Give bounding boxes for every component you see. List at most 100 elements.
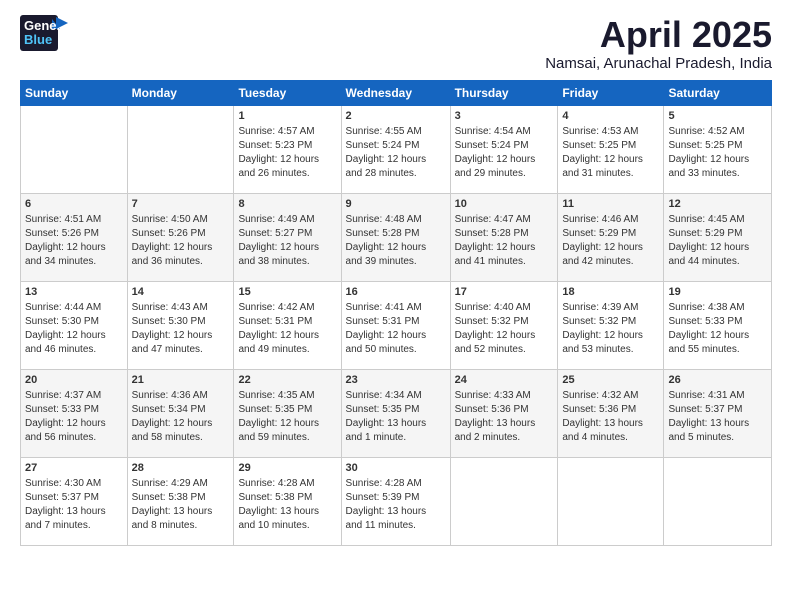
calendar-cell (127, 105, 234, 193)
cell-text: Daylight: 12 hours and 34 minutes. (25, 241, 123, 269)
title-section: April 2025 Namsai, Arunachal Pradesh, In… (545, 15, 772, 72)
cell-text: Sunset: 5:34 PM (132, 403, 230, 417)
cell-text: Sunrise: 4:31 AM (668, 389, 767, 403)
col-tuesday: Tuesday (234, 80, 341, 105)
cell-text: Daylight: 12 hours and 47 minutes. (132, 329, 230, 357)
calendar-cell: 12Sunrise: 4:45 AMSunset: 5:29 PMDayligh… (664, 193, 772, 281)
calendar-row: 20Sunrise: 4:37 AMSunset: 5:33 PMDayligh… (21, 369, 772, 457)
cell-text: Sunrise: 4:45 AM (668, 213, 767, 227)
cell-text: Sunrise: 4:52 AM (668, 125, 767, 139)
day-number: 24 (455, 373, 554, 388)
cell-text: Daylight: 12 hours and 39 minutes. (346, 241, 446, 269)
cell-text: Daylight: 12 hours and 44 minutes. (668, 241, 767, 269)
cell-text: Sunset: 5:30 PM (25, 315, 123, 329)
cell-text: Daylight: 12 hours and 41 minutes. (455, 241, 554, 269)
calendar-body: 1Sunrise: 4:57 AMSunset: 5:23 PMDaylight… (21, 105, 772, 545)
calendar-cell: 15Sunrise: 4:42 AMSunset: 5:31 PMDayligh… (234, 281, 341, 369)
cell-text: Daylight: 12 hours and 52 minutes. (455, 329, 554, 357)
calendar-table: Sunday Monday Tuesday Wednesday Thursday… (20, 80, 772, 546)
cell-text: Daylight: 12 hours and 56 minutes. (25, 417, 123, 445)
location-title: Namsai, Arunachal Pradesh, India (545, 55, 772, 72)
cell-text: Daylight: 12 hours and 38 minutes. (238, 241, 336, 269)
cell-text: Daylight: 13 hours and 1 minute. (346, 417, 446, 445)
calendar-cell: 25Sunrise: 4:32 AMSunset: 5:36 PMDayligh… (558, 369, 664, 457)
cell-text: Sunrise: 4:35 AM (238, 389, 336, 403)
cell-text: Sunrise: 4:53 AM (562, 125, 659, 139)
cell-text: Sunrise: 4:46 AM (562, 213, 659, 227)
cell-text: Sunset: 5:36 PM (562, 403, 659, 417)
calendar-cell: 11Sunrise: 4:46 AMSunset: 5:29 PMDayligh… (558, 193, 664, 281)
day-number: 3 (455, 109, 554, 124)
day-number: 6 (25, 197, 123, 212)
cell-text: Sunset: 5:38 PM (132, 491, 230, 505)
header-row: Sunday Monday Tuesday Wednesday Thursday… (21, 80, 772, 105)
cell-text: Daylight: 13 hours and 7 minutes. (25, 505, 123, 533)
day-number: 11 (562, 197, 659, 212)
calendar-cell: 27Sunrise: 4:30 AMSunset: 5:37 PMDayligh… (21, 457, 128, 545)
cell-text: Sunset: 5:33 PM (668, 315, 767, 329)
calendar-cell: 2Sunrise: 4:55 AMSunset: 5:24 PMDaylight… (341, 105, 450, 193)
cell-text: Daylight: 12 hours and 50 minutes. (346, 329, 446, 357)
calendar-cell: 10Sunrise: 4:47 AMSunset: 5:28 PMDayligh… (450, 193, 558, 281)
cell-text: Sunset: 5:29 PM (668, 227, 767, 241)
cell-text: Sunrise: 4:49 AM (238, 213, 336, 227)
calendar-cell: 24Sunrise: 4:33 AMSunset: 5:36 PMDayligh… (450, 369, 558, 457)
cell-text: Sunset: 5:27 PM (238, 227, 336, 241)
col-monday: Monday (127, 80, 234, 105)
cell-text: Sunset: 5:25 PM (668, 139, 767, 153)
day-number: 10 (455, 197, 554, 212)
cell-text: Sunset: 5:35 PM (346, 403, 446, 417)
calendar-cell: 9Sunrise: 4:48 AMSunset: 5:28 PMDaylight… (341, 193, 450, 281)
logo: General Blue (20, 15, 62, 56)
col-thursday: Thursday (450, 80, 558, 105)
cell-text: Sunrise: 4:42 AM (238, 301, 336, 315)
cell-text: Sunrise: 4:51 AM (25, 213, 123, 227)
calendar-cell: 14Sunrise: 4:43 AMSunset: 5:30 PMDayligh… (127, 281, 234, 369)
calendar-cell: 3Sunrise: 4:54 AMSunset: 5:24 PMDaylight… (450, 105, 558, 193)
cell-text: Daylight: 12 hours and 28 minutes. (346, 153, 446, 181)
cell-text: Sunrise: 4:48 AM (346, 213, 446, 227)
cell-text: Daylight: 12 hours and 33 minutes. (668, 153, 767, 181)
col-sunday: Sunday (21, 80, 128, 105)
cell-text: Daylight: 13 hours and 11 minutes. (346, 505, 446, 533)
calendar-cell: 28Sunrise: 4:29 AMSunset: 5:38 PMDayligh… (127, 457, 234, 545)
calendar-cell: 6Sunrise: 4:51 AMSunset: 5:26 PMDaylight… (21, 193, 128, 281)
day-number: 28 (132, 461, 230, 476)
cell-text: Sunrise: 4:44 AM (25, 301, 123, 315)
calendar-cell (450, 457, 558, 545)
logo-flag-icon (56, 17, 68, 29)
cell-text: Sunset: 5:33 PM (25, 403, 123, 417)
day-number: 22 (238, 373, 336, 388)
cell-text: Sunset: 5:35 PM (238, 403, 336, 417)
col-saturday: Saturday (664, 80, 772, 105)
cell-text: Sunrise: 4:47 AM (455, 213, 554, 227)
cell-text: Sunset: 5:26 PM (132, 227, 230, 241)
day-number: 8 (238, 197, 336, 212)
calendar-row: 13Sunrise: 4:44 AMSunset: 5:30 PMDayligh… (21, 281, 772, 369)
cell-text: Sunset: 5:36 PM (455, 403, 554, 417)
day-number: 4 (562, 109, 659, 124)
calendar-cell: 23Sunrise: 4:34 AMSunset: 5:35 PMDayligh… (341, 369, 450, 457)
cell-text: Sunrise: 4:57 AM (238, 125, 336, 139)
day-number: 1 (238, 109, 336, 124)
calendar-cell: 5Sunrise: 4:52 AMSunset: 5:25 PMDaylight… (664, 105, 772, 193)
day-number: 29 (238, 461, 336, 476)
month-title: April 2025 (545, 15, 772, 55)
day-number: 5 (668, 109, 767, 124)
page: General Blue April 2025 Namsai, Arunacha… (0, 0, 792, 612)
cell-text: Sunset: 5:28 PM (455, 227, 554, 241)
calendar-cell: 22Sunrise: 4:35 AMSunset: 5:35 PMDayligh… (234, 369, 341, 457)
cell-text: Sunset: 5:28 PM (346, 227, 446, 241)
cell-text: Sunrise: 4:50 AM (132, 213, 230, 227)
calendar-cell: 4Sunrise: 4:53 AMSunset: 5:25 PMDaylight… (558, 105, 664, 193)
cell-text: Daylight: 12 hours and 36 minutes. (132, 241, 230, 269)
cell-text: Sunrise: 4:38 AM (668, 301, 767, 315)
cell-text: Sunset: 5:25 PM (562, 139, 659, 153)
calendar-row: 27Sunrise: 4:30 AMSunset: 5:37 PMDayligh… (21, 457, 772, 545)
calendar-cell: 8Sunrise: 4:49 AMSunset: 5:27 PMDaylight… (234, 193, 341, 281)
cell-text: Sunset: 5:37 PM (668, 403, 767, 417)
calendar-cell: 18Sunrise: 4:39 AMSunset: 5:32 PMDayligh… (558, 281, 664, 369)
calendar-cell: 26Sunrise: 4:31 AMSunset: 5:37 PMDayligh… (664, 369, 772, 457)
logo-blue-text: Blue (24, 33, 72, 47)
day-number: 27 (25, 461, 123, 476)
